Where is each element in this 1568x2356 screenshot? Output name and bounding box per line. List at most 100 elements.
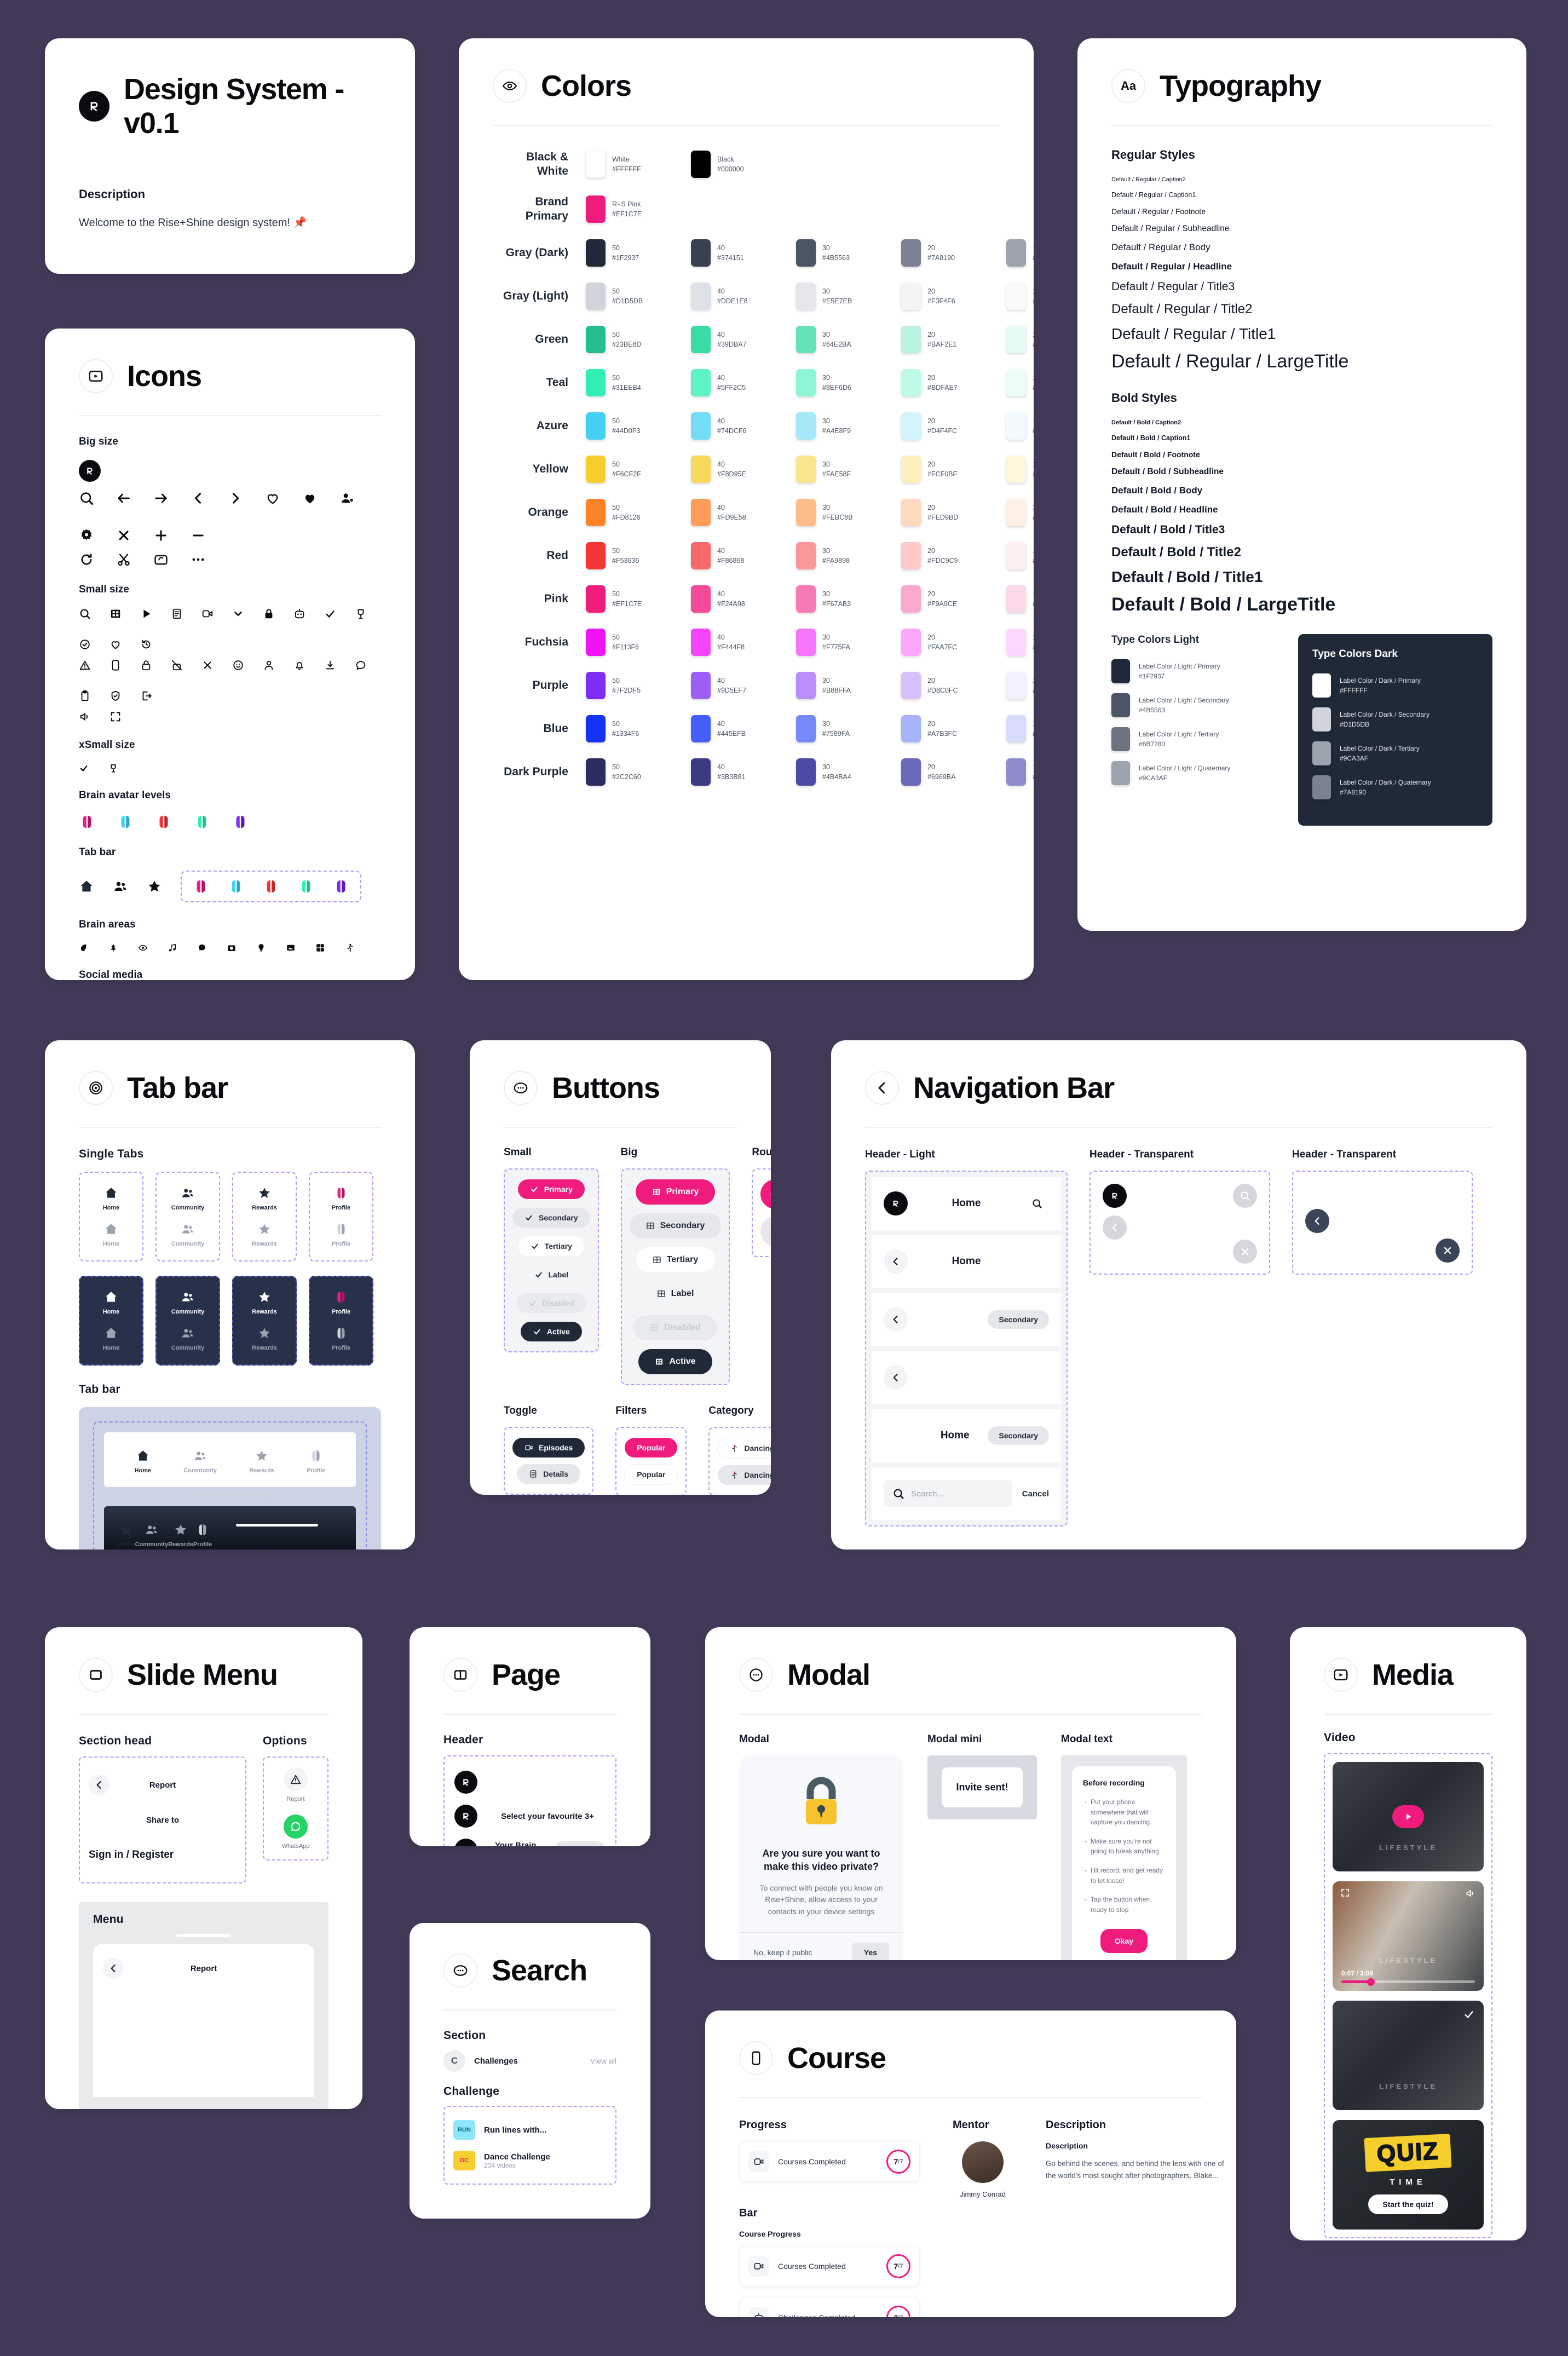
search-icon[interactable] bbox=[79, 491, 94, 506]
tab-item-rewards[interactable]: Rewards bbox=[249, 1443, 274, 1479]
cancel-button[interactable]: Cancel bbox=[1022, 1489, 1049, 1499]
leaf-icon[interactable] bbox=[79, 943, 89, 953]
robot-icon[interactable] bbox=[293, 608, 305, 620]
speech-icon[interactable] bbox=[197, 943, 207, 953]
category-dancing-button-selected[interactable]: Dancing bbox=[718, 1465, 771, 1485]
brand-logo-icon[interactable] bbox=[884, 1191, 908, 1216]
tab-item-profile[interactable]: Profile bbox=[193, 1517, 212, 1549]
rounded-primary-button[interactable] bbox=[760, 1179, 771, 1209]
brand-logo-icon[interactable] bbox=[454, 1771, 477, 1794]
gear-icon[interactable] bbox=[79, 528, 94, 543]
video-progress-bar[interactable] bbox=[1341, 1978, 1475, 1986]
swatch-cell[interactable]: 50 #FD8126 bbox=[586, 499, 691, 526]
tab-item-home[interactable]: Home bbox=[85, 1217, 137, 1253]
more-horizontal-icon[interactable] bbox=[191, 552, 206, 567]
small-tertiary-button[interactable]: Tertiary bbox=[518, 1236, 584, 1256]
swatch-cell[interactable]: 10 #E5FAF4 bbox=[1006, 326, 1034, 353]
tab-item-home[interactable]: Home bbox=[135, 1443, 151, 1479]
swatch-cell[interactable]: 10#8C8CCA bbox=[1006, 758, 1034, 786]
swatch-cell[interactable]: 50 #7F2DF5 bbox=[586, 672, 691, 699]
smiley-icon[interactable] bbox=[232, 659, 244, 671]
swatch-cell[interactable]: 20 #7A8190 bbox=[901, 239, 1006, 267]
big-secondary-button[interactable]: Secondary bbox=[629, 1213, 722, 1239]
swatch-cell[interactable]: 40 #445EFB bbox=[691, 715, 796, 742]
swatch-cell[interactable]: 30 #FEBC8B bbox=[796, 499, 901, 526]
camera-icon[interactable] bbox=[227, 943, 237, 953]
big-label-button[interactable]: Label bbox=[641, 1281, 711, 1306]
swatch-cell[interactable]: 30 #8EF6D6 bbox=[796, 369, 901, 396]
modal-no-button[interactable]: No, keep it public bbox=[753, 1948, 812, 1957]
swatch-cell[interactable]: 40 #9D5EF7 bbox=[691, 672, 796, 699]
video-camera-icon[interactable] bbox=[201, 608, 214, 620]
brand-logo-icon[interactable] bbox=[454, 1839, 477, 1846]
swatch-cell[interactable]: 40 #74DCF6 bbox=[691, 412, 796, 440]
fullscreen-icon[interactable] bbox=[109, 711, 122, 723]
tab-item-community[interactable]: Community bbox=[162, 1217, 214, 1253]
flip-camera-icon[interactable] bbox=[153, 552, 169, 567]
minus-icon[interactable] bbox=[191, 528, 206, 543]
swatch-cell[interactable]: 10#FEF0F0 bbox=[1006, 542, 1034, 569]
swatch-cell[interactable]: 10#ECFDF8 bbox=[1006, 369, 1034, 396]
tab-item-rewards[interactable]: Rewards bbox=[239, 1284, 290, 1321]
download-icon[interactable] bbox=[324, 659, 336, 671]
close-icon[interactable] bbox=[116, 528, 131, 543]
chevron-right-icon[interactable] bbox=[228, 491, 243, 506]
close-icon[interactable] bbox=[1233, 1240, 1257, 1264]
swatch-cell[interactable]: 30 #E5E7EB bbox=[796, 283, 901, 310]
swatch-cell[interactable]: 20 #D8C0FC bbox=[901, 672, 1006, 699]
category-dancing-button[interactable]: Dancing bbox=[717, 1438, 771, 1459]
comment-icon[interactable] bbox=[355, 659, 367, 671]
tab-item-profile[interactable]: Profile bbox=[307, 1443, 325, 1479]
swatch-cell[interactable]: 50 #F53636 bbox=[586, 542, 691, 569]
heart-outline-icon[interactable] bbox=[109, 638, 122, 650]
video-item-quiz[interactable]: QUIZ TIME Start the quiz! bbox=[1333, 2120, 1484, 2230]
swatch-cell[interactable]: 30 #B88FFA bbox=[796, 672, 901, 699]
tab-item-profile[interactable]: Profile bbox=[315, 1180, 367, 1217]
arrow-left-icon[interactable] bbox=[116, 491, 131, 506]
grid-icon[interactable] bbox=[315, 943, 325, 953]
back-button[interactable] bbox=[884, 1307, 908, 1332]
swatch-cell[interactable]: 30 #FA9898 bbox=[796, 542, 901, 569]
filter-popular-active[interactable]: Popular bbox=[625, 1438, 678, 1458]
video-item[interactable]: LIFESTYLE bbox=[1333, 2001, 1484, 2110]
slidemenu-row-title[interactable]: Sign in / Register bbox=[89, 1849, 174, 1861]
swatch-cell[interactable]: 50 #F6CF2F bbox=[586, 456, 691, 483]
close-icon[interactable] bbox=[1436, 1239, 1460, 1263]
swatch-cell[interactable]: 40 #F8D95E bbox=[691, 456, 796, 483]
tab-item-rewards[interactable]: Rewards bbox=[239, 1180, 290, 1217]
swatch-cell[interactable]: Black #000000 bbox=[691, 151, 796, 178]
swatch-cell[interactable]: 20 #FAA7FC bbox=[901, 629, 1006, 656]
swatch-cell[interactable]: 10#F5F0FE bbox=[1006, 672, 1034, 699]
check-icon[interactable] bbox=[79, 763, 89, 773]
swatch-cell[interactable]: 10#FEF7DD bbox=[1006, 456, 1034, 483]
swatch-cell[interactable]: 40 #39DBA7 bbox=[691, 326, 796, 353]
swatch-cell[interactable]: 50 #D1D5DB bbox=[586, 283, 691, 310]
swatch-cell[interactable]: 20 #A7B3FC bbox=[901, 715, 1006, 742]
tab-item-community[interactable]: Community bbox=[162, 1180, 214, 1217]
swatch-cell[interactable]: 10#D8DDFD bbox=[1006, 715, 1034, 742]
okay-button[interactable]: Okay bbox=[1100, 1929, 1148, 1954]
swatch-cell[interactable]: 40 #5FF2C5 bbox=[691, 369, 796, 396]
swatch-cell[interactable]: 30 #F775FA bbox=[796, 629, 901, 656]
tab-item-profile[interactable]: Profile bbox=[315, 1284, 367, 1321]
tab-item-profile[interactable]: Profile bbox=[315, 1217, 367, 1253]
brand-logo-icon[interactable] bbox=[454, 1805, 477, 1828]
back-button[interactable] bbox=[1103, 1216, 1127, 1240]
back-button[interactable] bbox=[884, 1366, 908, 1390]
brain-avatar-icon[interactable] bbox=[228, 878, 244, 895]
progress-row[interactable]: Courses Completed 7/7 bbox=[739, 2141, 920, 2182]
video-timeline[interactable]: 0:07 / 3:09 bbox=[1341, 1969, 1475, 1986]
tab-item-community[interactable]: Community bbox=[162, 1284, 214, 1321]
close-icon[interactable] bbox=[201, 659, 214, 671]
lock-outline-icon[interactable] bbox=[140, 659, 152, 671]
brain-avatar-icon[interactable] bbox=[155, 814, 172, 830]
swatch-cell[interactable]: 20 #6969BA bbox=[901, 758, 1006, 786]
chevron-left-icon[interactable] bbox=[191, 491, 206, 506]
tab-item-community[interactable]: Community bbox=[183, 1443, 217, 1479]
challenge-row[interactable]: RUN Run lines with... bbox=[453, 2115, 607, 2145]
brain-avatar-icon[interactable] bbox=[79, 814, 95, 830]
swatch-cell[interactable]: 30 #F67AB3 bbox=[796, 585, 901, 613]
swatch-cell[interactable]: 10#FCD9E9 bbox=[1006, 585, 1034, 613]
brain-avatar-icon[interactable] bbox=[194, 814, 210, 830]
lightbulb-icon[interactable] bbox=[256, 943, 266, 953]
